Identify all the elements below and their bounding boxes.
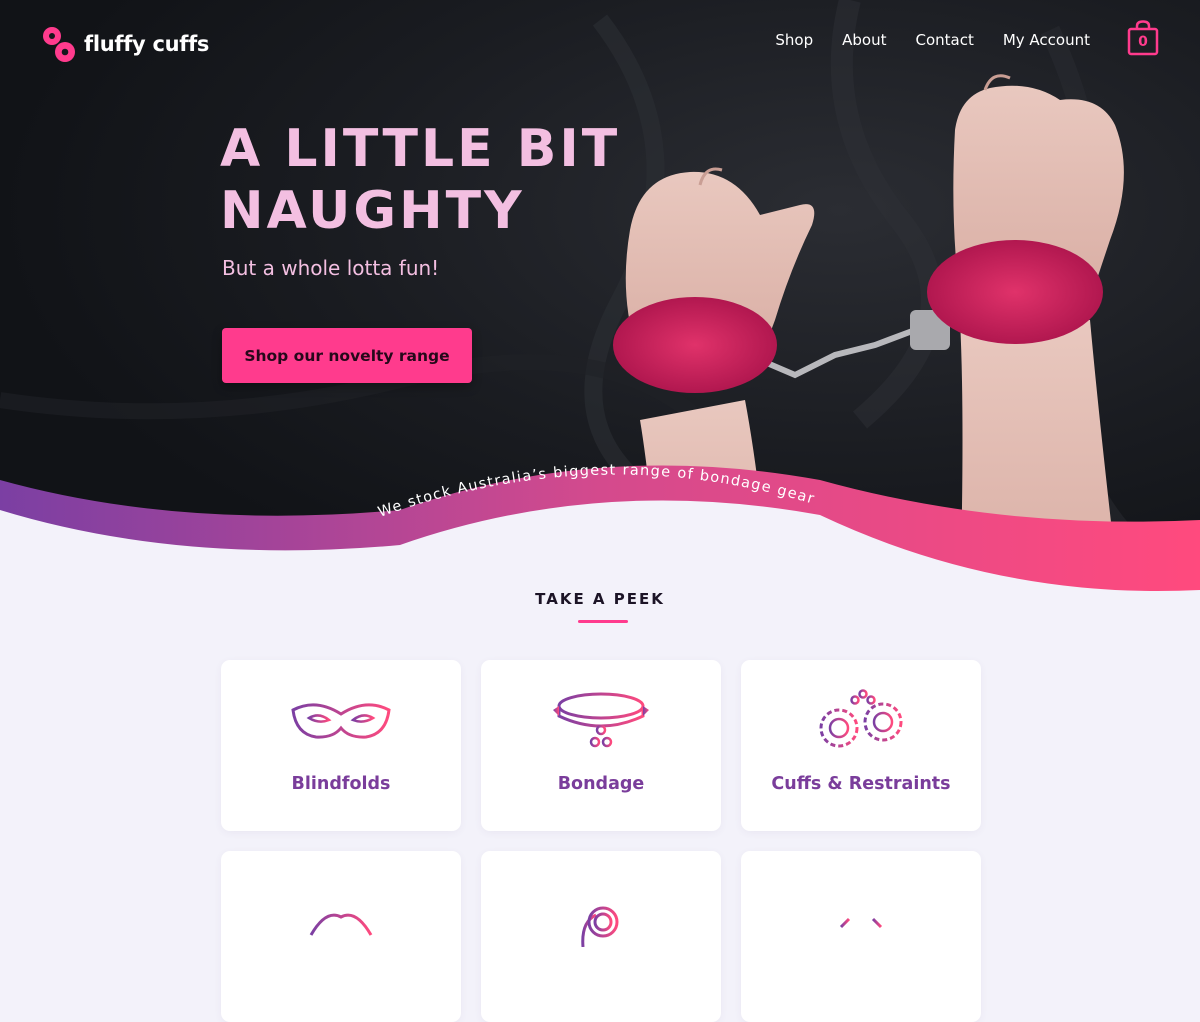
category-label-bondage: Bondage (557, 774, 645, 794)
cart-count: 0 (1138, 34, 1148, 50)
hero-subtitle: But a whole lotta fun! (222, 256, 440, 280)
hero-title: A LITTLE BIT NAUGHTY (220, 118, 740, 242)
category-card-blindfolds[interactable]: Blindfolds (221, 660, 461, 831)
mask-icon (291, 703, 391, 739)
section-title-underline (578, 620, 628, 623)
nav-link-about[interactable]: About (842, 31, 886, 49)
category-card-bondage[interactable]: Bondage (481, 660, 721, 831)
category-icon (839, 917, 883, 929)
section-title: TAKE A PEEK (535, 590, 665, 608)
category-card-4[interactable] (221, 851, 461, 1022)
category-label-cuffs-restraints: Cuffs & Restraints (771, 774, 951, 794)
nav-link-contact[interactable]: Contact (915, 31, 973, 49)
fluffy-cuffs-icon (819, 689, 903, 748)
whip-icon (581, 906, 619, 947)
wave-banner: We stock Australia’s biggest range of bo… (0, 463, 1200, 640)
top-navigation: fluffy cuffs Shop About Contact My Accou… (0, 0, 1200, 84)
cuffs-logo-icon (43, 27, 75, 62)
category-card-cuffs-restraints[interactable]: Cuffs & Restraints (741, 660, 981, 831)
brand-logo[interactable]: fluffy cuffs (42, 25, 209, 63)
category-label-blindfolds: Blindfolds (291, 774, 391, 794)
nav-links: Shop About Contact My Account (775, 31, 1090, 49)
nav-link-shop[interactable]: Shop (775, 31, 813, 49)
nav-link-my-account[interactable]: My Account (1003, 31, 1090, 49)
brand-name: fluffy cuffs (84, 32, 210, 56)
shop-novelty-range-button[interactable]: Shop our novelty range (222, 328, 472, 383)
category-card-5[interactable] (481, 851, 721, 1022)
hero-title-line-2: NAUGHTY (220, 181, 525, 241)
category-card-6[interactable] (741, 851, 981, 1022)
cart-button[interactable]: 0 (1127, 20, 1159, 56)
collar-icon (553, 692, 649, 748)
hero-title-line-1: A LITTLE BIT (220, 119, 621, 179)
lips-icon (309, 913, 373, 936)
